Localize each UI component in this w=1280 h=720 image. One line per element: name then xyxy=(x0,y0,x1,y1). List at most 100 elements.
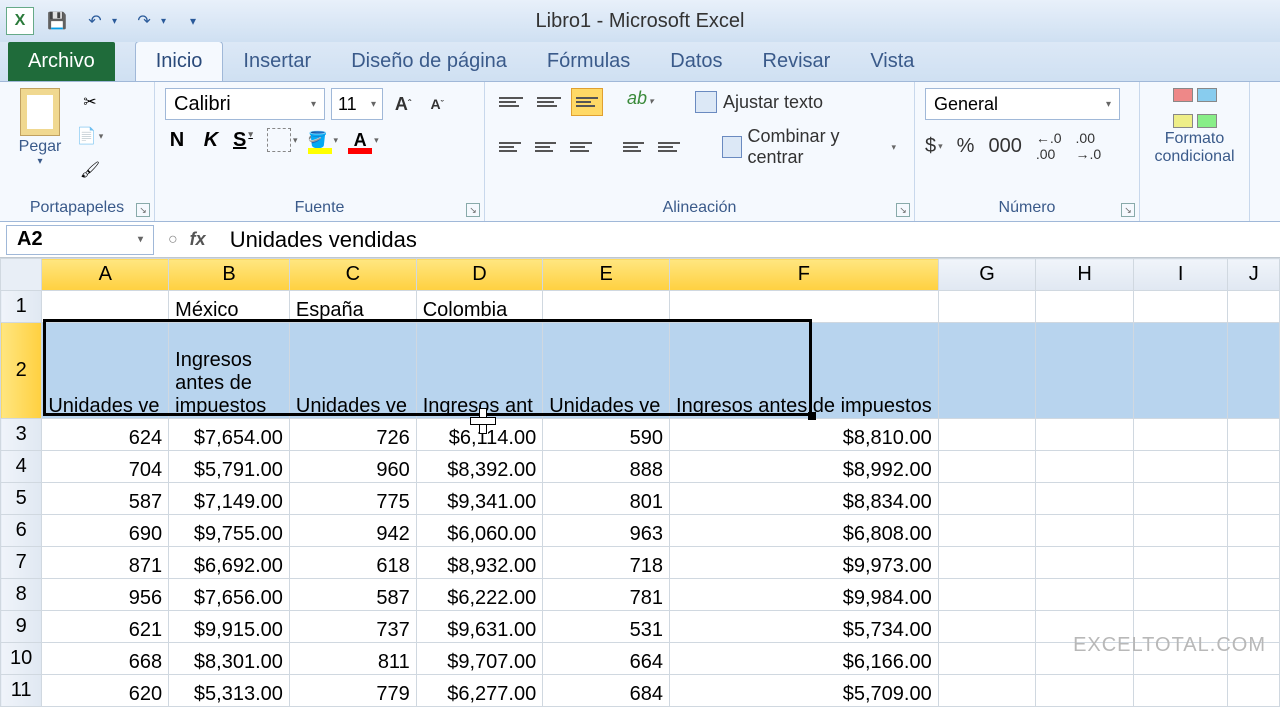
cell-D3[interactable]: $6,114.00 xyxy=(416,419,543,451)
cell-E5[interactable]: 801 xyxy=(543,483,670,515)
cell-G10[interactable] xyxy=(938,643,1036,675)
cell-B4[interactable]: $5,791.00 xyxy=(169,451,290,483)
cell-H6[interactable] xyxy=(1036,515,1133,547)
cell-D7[interactable]: $8,932.00 xyxy=(416,547,543,579)
align-left-button[interactable] xyxy=(495,133,525,161)
cell-I5[interactable] xyxy=(1133,483,1228,515)
cell-F5[interactable]: $8,834.00 xyxy=(670,483,939,515)
cell-E1[interactable] xyxy=(543,291,670,323)
tab-review[interactable]: Revisar xyxy=(743,42,851,81)
cell-B8[interactable]: $7,656.00 xyxy=(169,579,290,611)
cell-I1[interactable] xyxy=(1133,291,1228,323)
tab-data[interactable]: Datos xyxy=(650,42,742,81)
cell-B5[interactable]: $7,149.00 xyxy=(169,483,290,515)
wrap-text-button[interactable]: Ajustar texto xyxy=(687,89,831,115)
cell-E4[interactable]: 888 xyxy=(543,451,670,483)
align-middle-button[interactable] xyxy=(533,88,565,116)
alignment-dialog-launcher[interactable]: ↘ xyxy=(896,203,910,217)
row-header-4[interactable]: 4 xyxy=(1,451,42,483)
borders-button[interactable] xyxy=(267,128,291,152)
row-header-9[interactable]: 9 xyxy=(1,611,42,643)
cell-E9[interactable]: 531 xyxy=(543,611,670,643)
conditional-formatting-button[interactable]: Formatocondicional xyxy=(1150,88,1239,165)
cell-E8[interactable]: 781 xyxy=(543,579,670,611)
row-header-6[interactable]: 6 xyxy=(1,515,42,547)
cell-C1[interactable]: España xyxy=(289,291,416,323)
cell-E11[interactable]: 684 xyxy=(543,675,670,707)
excel-icon[interactable]: X xyxy=(6,7,34,35)
cell-A2[interactable]: Unidades ve xyxy=(42,323,169,419)
col-header-I[interactable]: I xyxy=(1133,259,1228,291)
percent-button[interactable]: % xyxy=(957,135,975,158)
tab-view[interactable]: Vista xyxy=(850,42,934,81)
cell-E2[interactable]: Unidades ve xyxy=(543,323,670,419)
save-icon[interactable]: 💾 xyxy=(46,10,68,32)
cell-C3[interactable]: 726 xyxy=(289,419,416,451)
cell-I7[interactable] xyxy=(1133,547,1228,579)
grow-font-button[interactable]: Aˆ xyxy=(389,90,417,118)
cell-E6[interactable]: 963 xyxy=(543,515,670,547)
clipboard-dialog-launcher[interactable]: ↘ xyxy=(136,203,150,217)
font-size-select[interactable]: 11▾ xyxy=(331,88,383,120)
increase-decimal-button[interactable]: ←.0.00 xyxy=(1036,130,1062,162)
cut-icon[interactable]: ✂ xyxy=(76,88,104,116)
cell-B10[interactable]: $8,301.00 xyxy=(169,643,290,675)
cell-B3[interactable]: $7,654.00 xyxy=(169,419,290,451)
cell-F10[interactable]: $6,166.00 xyxy=(670,643,939,675)
borders-dropdown[interactable]: ▾ xyxy=(293,135,298,146)
cell-G11[interactable] xyxy=(938,675,1036,707)
cell-B1[interactable]: México xyxy=(169,291,290,323)
cell-C9[interactable]: 737 xyxy=(289,611,416,643)
cell-D1[interactable]: Colombia xyxy=(416,291,543,323)
cell-B6[interactable]: $9,755.00 xyxy=(169,515,290,547)
row-header-1[interactable]: 1 xyxy=(1,291,42,323)
cell-J6[interactable] xyxy=(1228,515,1280,547)
tab-formulas[interactable]: Fórmulas xyxy=(527,42,650,81)
currency-button[interactable]: $▾ xyxy=(925,135,943,158)
cell-A5[interactable]: 587 xyxy=(42,483,169,515)
redo-dropdown[interactable]: ▾ xyxy=(161,16,166,27)
cell-G7[interactable] xyxy=(938,547,1036,579)
cell-I11[interactable] xyxy=(1133,675,1228,707)
cell-C8[interactable]: 587 xyxy=(289,579,416,611)
col-header-B[interactable]: B xyxy=(169,259,290,291)
cell-A10[interactable]: 668 xyxy=(42,643,169,675)
comma-style-button[interactable]: 000 xyxy=(988,135,1021,158)
cell-F6[interactable]: $6,808.00 xyxy=(670,515,939,547)
paste-button[interactable]: Pegar ▾ xyxy=(10,88,70,184)
qat-customize-icon[interactable]: ▾ xyxy=(182,10,204,32)
cell-E3[interactable]: 590 xyxy=(543,419,670,451)
cell-C7[interactable]: 618 xyxy=(289,547,416,579)
shrink-font-button[interactable]: Aˇ xyxy=(423,90,451,118)
cell-I8[interactable] xyxy=(1133,579,1228,611)
cell-D5[interactable]: $9,341.00 xyxy=(416,483,543,515)
cell-G8[interactable] xyxy=(938,579,1036,611)
number-format-select[interactable]: General▾ xyxy=(925,88,1120,120)
cell-B11[interactable]: $5,313.00 xyxy=(169,675,290,707)
underline-button[interactable]: S▾ xyxy=(233,129,257,152)
cell-F11[interactable]: $5,709.00 xyxy=(670,675,939,707)
font-dialog-launcher[interactable]: ↘ xyxy=(466,203,480,217)
row-header-2[interactable]: 2 xyxy=(1,323,42,419)
cell-H3[interactable] xyxy=(1036,419,1133,451)
align-center-button[interactable] xyxy=(531,133,561,161)
cell-F7[interactable]: $9,973.00 xyxy=(670,547,939,579)
fill-color-dropdown[interactable]: ▾ xyxy=(334,135,339,146)
cell-B7[interactable]: $6,692.00 xyxy=(169,547,290,579)
number-dialog-launcher[interactable]: ↘ xyxy=(1121,203,1135,217)
row-header-5[interactable]: 5 xyxy=(1,483,42,515)
row-header-8[interactable]: 8 xyxy=(1,579,42,611)
redo-icon[interactable]: ↷ xyxy=(133,10,155,32)
row-header-7[interactable]: 7 xyxy=(1,547,42,579)
cell-A3[interactable]: 624 xyxy=(42,419,169,451)
cell-F2[interactable]: Ingresos antes de impuestos xyxy=(670,323,939,419)
col-header-J[interactable]: J xyxy=(1228,259,1280,291)
cell-J11[interactable] xyxy=(1228,675,1280,707)
cell-J1[interactable] xyxy=(1228,291,1280,323)
cell-B2[interactable]: Ingresos antes de impuestos xyxy=(169,323,290,419)
align-bottom-button[interactable] xyxy=(571,88,603,116)
row-header-3[interactable]: 3 xyxy=(1,419,42,451)
cell-G1[interactable] xyxy=(938,291,1036,323)
cell-D2[interactable]: Ingresos ant xyxy=(416,323,543,419)
fx-icon[interactable]: fx xyxy=(190,229,206,250)
